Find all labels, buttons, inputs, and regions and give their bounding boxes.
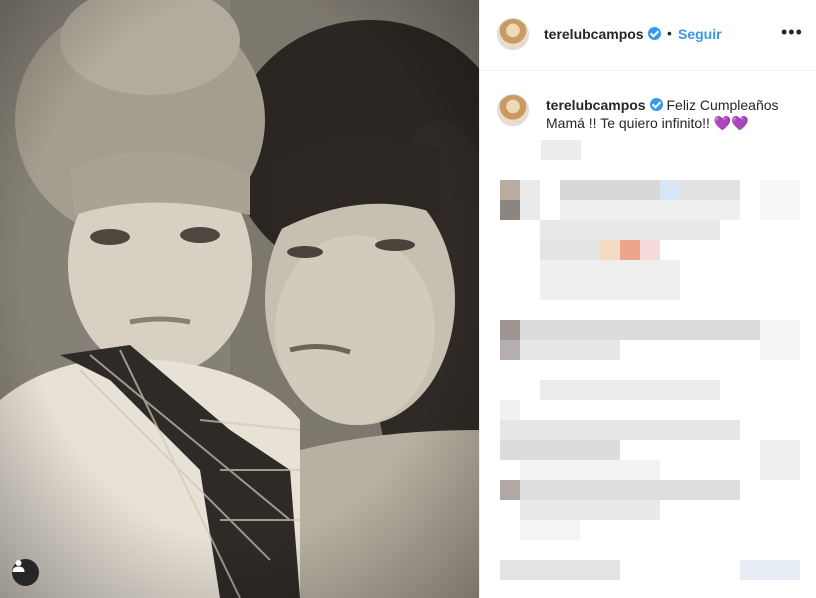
user-tag-button[interactable] — [12, 559, 39, 586]
caption-avatar[interactable] — [497, 94, 529, 126]
username-text: terelubcampos — [544, 26, 644, 42]
avatar[interactable] — [497, 18, 529, 50]
more-options-icon[interactable]: ••• — [781, 22, 803, 43]
caption-username[interactable]: terelubcampos — [546, 97, 646, 113]
user-tag-icon — [12, 560, 25, 572]
username-link[interactable]: terelubcampos — [544, 26, 661, 42]
verified-badge-icon — [647, 27, 661, 40]
verified-badge-icon — [649, 98, 663, 111]
post-header: terelubcampos • Seguir ••• — [480, 0, 816, 71]
follow-button[interactable]: Seguir — [678, 26, 722, 42]
caption-line1: Feliz Cumpleaños — [666, 97, 779, 113]
photo-illustration — [0, 0, 479, 598]
caption-line2: Mamá !! Te quiero infinito!! — [546, 115, 710, 131]
post-sidebar: terelubcampos • Seguir ••• terelubcampos… — [479, 0, 816, 598]
heart-emoji: 💜💜 — [713, 115, 749, 131]
post-photo[interactable] — [0, 0, 479, 598]
caption-text: terelubcampos Feliz Cumpleaños Mamá !! T… — [546, 96, 806, 132]
separator-dot: • — [667, 25, 672, 41]
